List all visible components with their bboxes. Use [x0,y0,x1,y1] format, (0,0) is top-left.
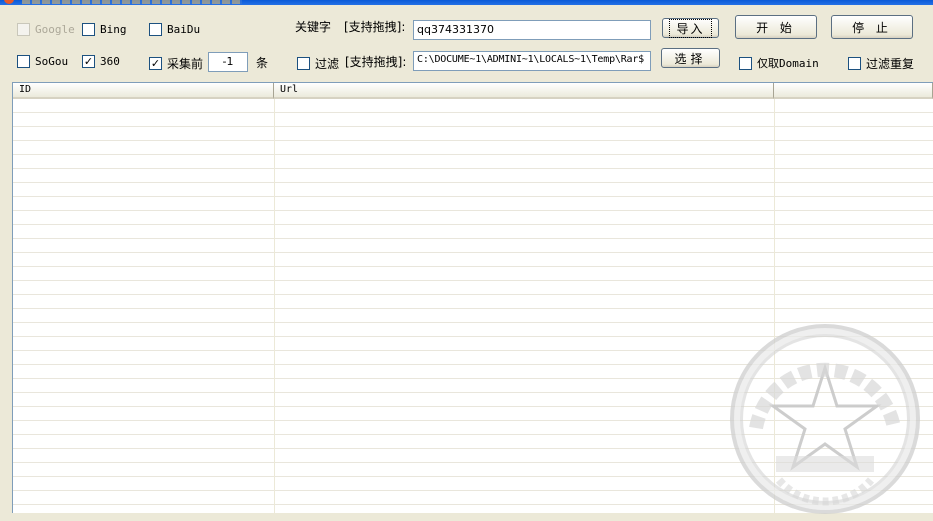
column-header-url[interactable]: Url [274,83,774,99]
google-label: Google [35,23,75,36]
start-button[interactable]: 开 始 [735,15,817,39]
collect-limit-label: 采集前 [167,57,204,71]
window-title [22,0,242,4]
dedupe-checkbox[interactable]: 过滤重复 [848,55,914,72]
column-divider [274,99,275,513]
checkmark-icon: ✓ [83,55,94,68]
app-icon [4,0,14,4]
google-checkbox-box[interactable] [17,23,30,36]
collect-unit-label: 条 [256,56,269,70]
sogou-checkbox[interactable]: SoGou [17,55,68,68]
baidu-checkbox[interactable]: BaiDu [149,23,200,36]
360-checkbox-box[interactable]: ✓ [82,55,95,68]
dedupe-checkbox-box[interactable] [848,57,861,70]
stop-button-label: 停 止 [852,20,892,35]
window-titlebar[interactable] [0,0,933,5]
collect-limit-checkbox-box[interactable]: ✓ [149,57,162,70]
domain-only-checkbox-box[interactable] [739,56,752,70]
keyword-input[interactable]: qq374331370 [413,20,651,40]
keyword-drag-hint: [支持拖拽]: [344,20,406,34]
bing-checkbox-box[interactable] [82,23,95,36]
filter-path-input[interactable]: C:\DOCUME~1\ADMINI~1\LOCALS~1\Temp\Rar$ [413,51,651,71]
bing-label: Bing [100,23,127,36]
select-file-button-label: 选择 [674,51,707,66]
bing-checkbox[interactable]: Bing [82,23,127,36]
sogou-checkbox-box[interactable] [17,55,30,68]
google-checkbox[interactable]: Google [17,23,75,36]
filter-checkbox[interactable]: 过滤 [297,55,339,72]
filter-checkbox-box[interactable] [297,57,310,70]
baidu-label: BaiDu [167,23,201,36]
dedupe-label: 过滤重复 [866,57,915,71]
column-header-id[interactable]: ID [13,83,274,99]
import-button[interactable]: 导入 [662,18,719,38]
listview-header: ID Url [13,83,933,99]
stop-button[interactable]: 停 止 [831,15,913,39]
checkmark-icon: ✓ [150,57,161,70]
collect-count-input[interactable]: -1 [208,52,248,72]
column-header-extra[interactable] [774,83,933,99]
start-button-label: 开 始 [756,20,796,35]
watermark-stamp [730,324,920,514]
filter-drag-hint: [支持拖拽]: [345,55,407,69]
select-file-button[interactable]: 选择 [661,48,720,68]
360-label: 360 [100,55,120,68]
360-checkbox[interactable]: ✓ 360 [82,55,120,68]
stamp-star-icon [749,362,901,506]
domain-only-checkbox[interactable]: 仅取Domain [739,55,819,71]
keyword-label: 关键字 [295,20,332,34]
collect-limit-checkbox[interactable]: ✓ 采集前 [149,55,203,72]
sogou-label: SoGou [35,55,69,68]
baidu-checkbox-box[interactable] [149,23,162,36]
domain-only-label: 仅取Domain [757,57,819,70]
import-button-label: 导入 [669,18,712,38]
filter-label: 过滤 [315,57,340,71]
